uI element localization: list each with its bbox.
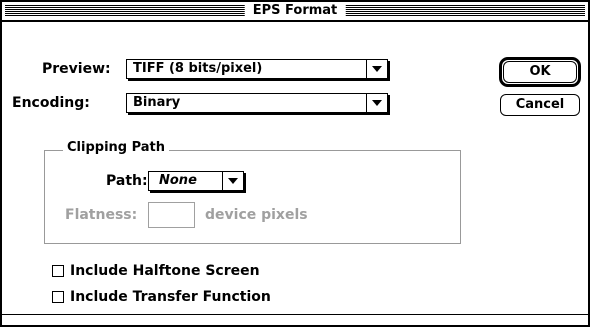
path-label: Path:	[106, 173, 148, 189]
bottom-divider	[2, 314, 588, 315]
ok-button[interactable]: OK	[503, 61, 577, 83]
path-popup[interactable]: None	[148, 171, 244, 191]
popup-arrow-icon	[366, 60, 387, 78]
flatness-unit: device pixels	[205, 207, 308, 223]
popup-arrow-icon	[222, 172, 243, 190]
flatness-label: Flatness:	[65, 207, 138, 223]
eps-format-dialog: EPS Format Preview: TIFF (8 bits/pixel) …	[0, 0, 590, 327]
halftone-checkbox-label[interactable]: Include Halftone Screen	[70, 262, 260, 280]
dialog-title: EPS Format	[244, 2, 346, 20]
transfer-checkbox-label[interactable]: Include Transfer Function	[70, 288, 271, 306]
clipping-path-group	[44, 150, 461, 244]
flatness-field	[148, 202, 195, 228]
preview-popup[interactable]: TIFF (8 bits/pixel)	[126, 59, 388, 79]
popup-arrow-icon	[366, 94, 387, 112]
encoding-popup[interactable]: Binary	[126, 93, 388, 113]
cancel-button[interactable]: Cancel	[500, 94, 580, 116]
encoding-popup-value: Binary	[133, 95, 181, 110]
title-bar[interactable]: EPS Format	[2, 2, 588, 22]
encoding-label: Encoding:	[12, 95, 90, 111]
path-popup-value: None	[159, 173, 197, 188]
transfer-checkbox-box[interactable]	[52, 291, 64, 303]
clipping-path-title: Clipping Path	[63, 139, 170, 157]
preview-label: Preview:	[42, 61, 111, 77]
preview-popup-value: TIFF (8 bits/pixel)	[133, 61, 263, 76]
halftone-checkbox-box[interactable]	[52, 265, 64, 277]
